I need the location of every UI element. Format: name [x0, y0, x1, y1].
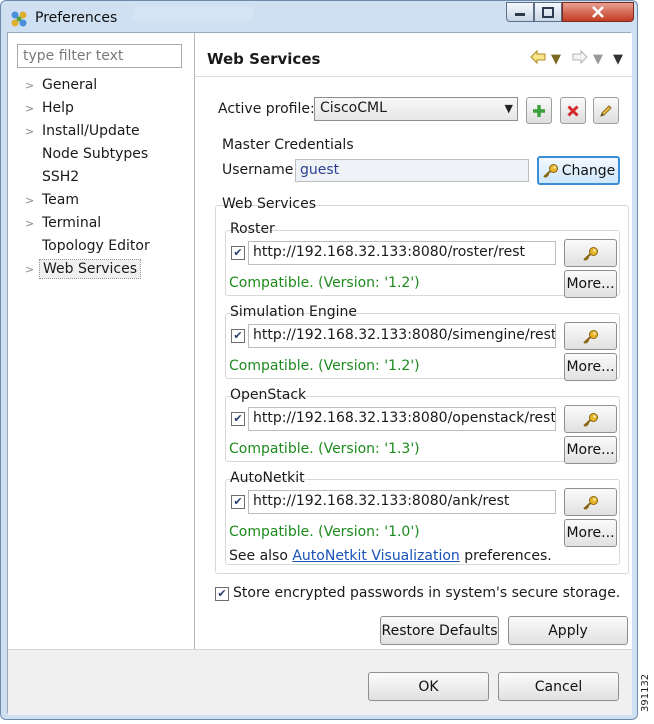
- service-more-button[interactable]: More...: [564, 436, 617, 464]
- page-title: Web Services: [207, 50, 321, 68]
- service-name: Simulation Engine: [230, 304, 358, 320]
- store-encrypted-checkbox[interactable]: ✔: [215, 587, 229, 601]
- service-enabled-checkbox[interactable]: ✔: [231, 495, 245, 509]
- key-icon: [583, 246, 598, 261]
- preferences-icon: [11, 11, 27, 27]
- username-field[interactable]: guest: [295, 159, 529, 182]
- dialog-button-bar: OK Cancel: [8, 649, 632, 715]
- tree-item-node-subtypes[interactable]: Node Subtypes: [25, 144, 190, 164]
- close-icon: [592, 6, 604, 18]
- expand-arrow-icon: >: [25, 79, 35, 92]
- tree-item-web-services[interactable]: > Web Services: [25, 259, 190, 279]
- key-icon: [583, 329, 598, 344]
- expand-arrow-icon: >: [25, 263, 35, 276]
- service-status: Compatible. (Version: '1.2'): [229, 358, 420, 374]
- forward-arrow-icon[interactable]: [571, 49, 589, 69]
- view-menu-chevron-down-icon[interactable]: ▼: [613, 52, 623, 67]
- expand-arrow-icon: >: [25, 102, 35, 115]
- autonetkit-visualization-link[interactable]: AutoNetkit Visualization: [292, 548, 459, 564]
- web-services-group-label: Web Services: [222, 196, 317, 212]
- back-menu-chevron-down-icon[interactable]: ▼: [551, 52, 561, 67]
- service-more-button[interactable]: More...: [564, 519, 617, 547]
- service-credentials-button[interactable]: [564, 322, 617, 350]
- service-enabled-checkbox[interactable]: ✔: [231, 246, 245, 260]
- key-icon: [583, 412, 598, 427]
- change-label: Change: [561, 162, 616, 179]
- key-icon: [583, 495, 598, 510]
- active-profile-label: Active profile:: [218, 101, 315, 117]
- service-url-input[interactable]: http://192.168.32.133:8080/openstack/res…: [248, 407, 556, 431]
- back-arrow-icon[interactable]: [529, 49, 547, 69]
- apply-button[interactable]: Apply: [508, 616, 628, 645]
- close-button[interactable]: [562, 2, 634, 22]
- service-credentials-button[interactable]: [564, 405, 617, 433]
- delete-icon: [567, 104, 579, 117]
- expand-arrow-icon: >: [25, 217, 35, 230]
- tree-item-team[interactable]: > Team: [25, 190, 190, 210]
- preferences-window: Preferences >General >Help >Install/Upda…: [0, 0, 638, 720]
- history-navigation: ▼ ▼ ▼: [525, 49, 625, 67]
- tree-item-ssh2[interactable]: SSH2: [25, 167, 190, 187]
- tree-item-general[interactable]: > General: [25, 75, 190, 95]
- service-credentials-button[interactable]: [564, 239, 617, 267]
- maximize-button[interactable]: [534, 2, 562, 22]
- tree-item-help[interactable]: > Help: [25, 98, 190, 118]
- service-url-input[interactable]: http://192.168.32.133:8080/ank/rest: [248, 490, 556, 514]
- expand-arrow-icon: >: [25, 194, 35, 207]
- service-status: Compatible. (Version: '1.0'): [229, 524, 420, 540]
- service-name: AutoNetkit: [230, 470, 305, 486]
- title-separator: [195, 76, 632, 77]
- tree-item-topology-editor[interactable]: Topology Editor: [25, 236, 190, 256]
- cancel-button[interactable]: Cancel: [498, 672, 619, 701]
- add-profile-button[interactable]: [526, 97, 552, 124]
- edit-profile-button[interactable]: [593, 97, 619, 124]
- service-name: Roster: [230, 221, 275, 237]
- background-window-title: [133, 7, 253, 21]
- service-status: Compatible. (Version: '1.2'): [229, 275, 420, 291]
- forward-menu-chevron-down-icon[interactable]: ▼: [593, 52, 603, 67]
- service-url-input[interactable]: http://192.168.32.133:8080/roster/rest: [248, 241, 556, 265]
- add-icon: [533, 104, 545, 117]
- preference-tree-panel: >General >Help >Install/Update Node Subt…: [8, 33, 195, 649]
- tree-item-terminal[interactable]: > Terminal: [25, 213, 190, 233]
- see-also-text: See also AutoNetkit Visualization prefer…: [229, 548, 552, 564]
- service-name: OpenStack: [230, 387, 307, 403]
- filter-field[interactable]: [17, 44, 182, 68]
- active-profile-select[interactable]: CiscoCML ▼: [314, 97, 518, 121]
- username-label: Username:: [222, 162, 299, 178]
- figure-id: 391132: [640, 673, 651, 712]
- window-title: Preferences: [35, 10, 118, 26]
- chevron-down-icon: ▼: [504, 102, 513, 115]
- restore-defaults-button[interactable]: Restore Defaults: [380, 616, 499, 645]
- maximize-icon: [542, 6, 554, 18]
- tree-item-install-update[interactable]: > Install/Update: [25, 121, 190, 141]
- ok-button[interactable]: OK: [368, 672, 489, 701]
- service-credentials-button[interactable]: [564, 488, 617, 516]
- store-encrypted-label: Store encrypted passwords in system's se…: [233, 585, 621, 601]
- master-credentials-label: Master Credentials: [222, 137, 354, 153]
- minimize-icon: [515, 13, 525, 16]
- service-url-input[interactable]: http://192.168.32.133:8080/simengine/res…: [248, 324, 556, 348]
- minimize-button[interactable]: [506, 2, 534, 22]
- dialog-body: >General >Help >Install/Update Node Subt…: [7, 32, 632, 715]
- key-icon: [543, 164, 558, 178]
- web-services-page: Web Services ▼ ▼ ▼ Active profile: Cisco…: [195, 33, 632, 649]
- service-enabled-checkbox[interactable]: ✔: [231, 412, 245, 426]
- active-profile-value: CiscoCML: [320, 100, 387, 116]
- filter-input[interactable]: [18, 45, 181, 67]
- service-enabled-checkbox[interactable]: ✔: [231, 329, 245, 343]
- edit-icon: [600, 104, 612, 117]
- service-status: Compatible. (Version: '1.3'): [229, 441, 420, 457]
- expand-arrow-icon: >: [25, 125, 35, 138]
- delete-profile-button[interactable]: [560, 97, 586, 124]
- change-credentials-button[interactable]: Change: [537, 156, 620, 185]
- service-more-button[interactable]: More...: [564, 270, 617, 298]
- service-more-button[interactable]: More...: [564, 353, 617, 381]
